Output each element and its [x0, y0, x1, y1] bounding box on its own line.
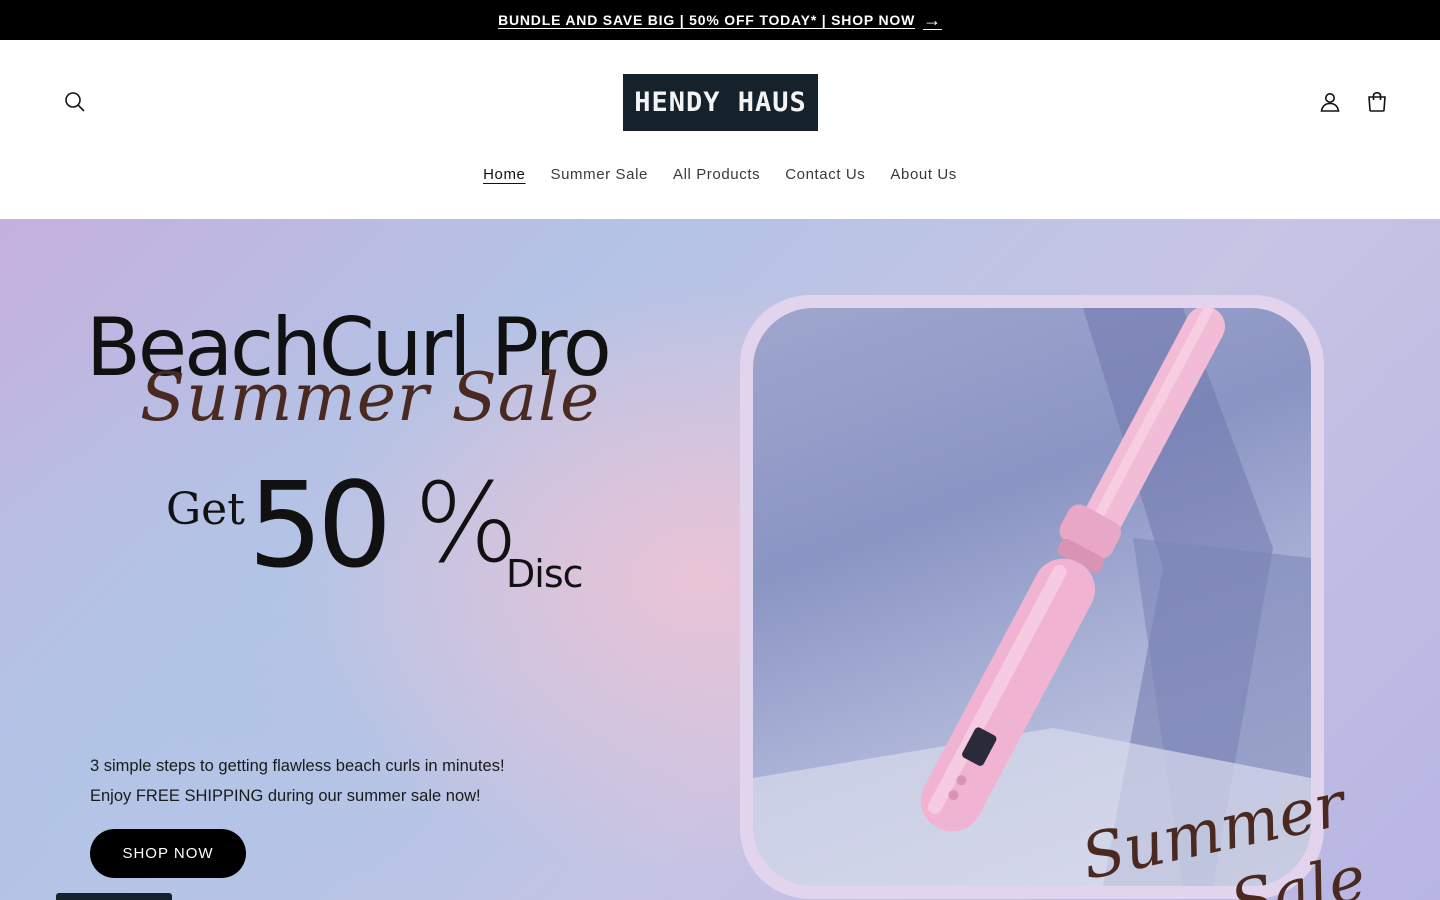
site-header: HENDY HAUS Home Summer Sale All Products… [0, 40, 1440, 219]
hero-copy-line: Enjoy FREE SHIPPING during our summer sa… [90, 787, 481, 805]
hero-script-heading: Summer Sale [140, 359, 601, 436]
discount-offer: Get 50 % Disc [166, 466, 626, 604]
nav-item-summer-sale[interactable]: Summer Sale [538, 164, 660, 185]
logo-text: HENDY HAUS [634, 87, 807, 118]
offer-percent: % [414, 459, 519, 587]
cart-icon [1368, 91, 1386, 112]
account-icon [1320, 93, 1340, 112]
hero-copy: 3 simple steps to getting flawless beach… [90, 751, 505, 811]
offer-disc-text: Disc [506, 552, 584, 596]
offer-number: 50 [248, 456, 392, 594]
cart-button[interactable] [1355, 80, 1399, 124]
main-nav: Home Summer Sale All Products Contact Us… [0, 164, 1440, 185]
hero-copy-line: 3 simple steps to getting flawless beach… [90, 757, 505, 775]
search-button[interactable] [53, 80, 97, 124]
announcement-bar: BUNDLE AND SAVE BIG | 50% OFF TODAY* | S… [0, 0, 1440, 40]
nav-item-all-products[interactable]: All Products [660, 164, 772, 185]
hero-banner[interactable]: BeachCurl Pro Summer Sale Get 50 % Disc … [0, 219, 1440, 900]
nav-item-contact-us[interactable]: Contact Us [773, 164, 878, 185]
announcement-text: BUNDLE AND SAVE BIG | 50% OFF TODAY* | S… [498, 12, 916, 28]
site-logo[interactable]: HENDY HAUS [623, 74, 818, 131]
nav-item-about-us[interactable]: About Us [878, 164, 970, 185]
chat-widget-tab[interactable] [56, 893, 172, 900]
arrow-right-icon: → [923, 10, 942, 30]
offer-get-text: Get [166, 484, 245, 535]
nav-item-home[interactable]: Home [471, 164, 538, 185]
announcement-link[interactable]: BUNDLE AND SAVE BIG | 50% OFF TODAY* | S… [498, 11, 942, 29]
shop-now-button[interactable]: SHOP NOW [90, 829, 246, 878]
search-icon [65, 92, 85, 112]
account-button[interactable] [1308, 80, 1352, 124]
